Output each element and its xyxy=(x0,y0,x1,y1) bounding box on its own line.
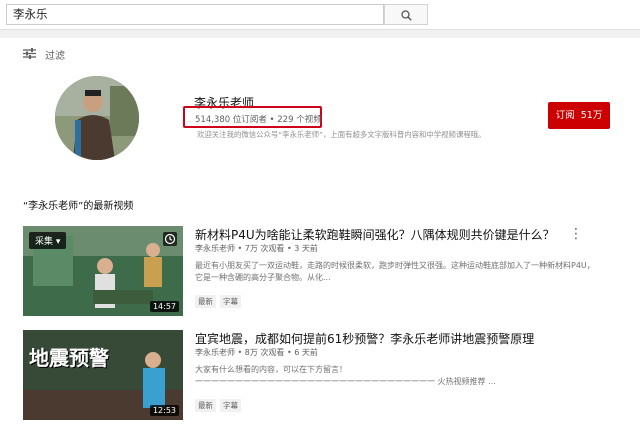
section-title: “李永乐老师”的最新视频 xyxy=(23,201,134,212)
badge-new: 最新 xyxy=(195,399,216,412)
search-input[interactable]: 李永乐 xyxy=(6,4,384,25)
watch-later-icon[interactable] xyxy=(163,232,177,246)
video-description: 最近有小朋友买了一双运动鞋，走路的时候很柔软，跑步时弹性又很强。这种运动鞋底部加… xyxy=(195,261,595,282)
video-duration: 12:53 xyxy=(149,405,179,416)
video-title[interactable]: 宜宾地震，成都如何提前61秒预警？李永乐老师讲地震预警原理 xyxy=(195,330,534,347)
subscriber-count: 51万 xyxy=(580,110,603,121)
thumbnail-chip[interactable]: 采集 ▾ xyxy=(29,232,67,249)
video-meta: 李永乐老师 • 8万 次观看 • 6 天前 xyxy=(195,348,318,357)
search-icon xyxy=(401,10,412,21)
video-description-line2: 一一一一一一一一一一一一一一一一一一一一一一一一一一一一一一 火热视频推荐 ..… xyxy=(195,377,496,386)
video-duration: 14:57 xyxy=(149,301,179,312)
subscribe-button[interactable]: 订阅 51万 xyxy=(548,102,610,129)
channel-description: 欢迎关注我的微信公众号“李永乐老师”，上面有超多文字版科普内容和中学视频课程哦。 xyxy=(197,130,486,139)
video-item[interactable]: 采集 ▾ 14:57 新材料P4U为啥能让柔软跑鞋瞬间强化？八隅体规则共价键是什… xyxy=(23,226,623,322)
filter-label[interactable]: 过滤 xyxy=(45,47,65,62)
top-bar: 李永乐 xyxy=(0,0,640,30)
video-thumbnail[interactable]: 采集 ▾ 14:57 xyxy=(23,226,183,316)
video-meta: 李永乐老师 • 7万 次观看 • 3 天前 xyxy=(195,244,318,253)
results-panel: 过滤 李永乐老师 514,380 位订阅者 • 229 个视频 欢迎关注我的微信… xyxy=(0,38,640,434)
thumbnail-text: 地震预警 xyxy=(29,346,109,370)
video-badges: 最新 字幕 xyxy=(195,289,245,308)
search-button[interactable] xyxy=(384,4,428,25)
badge-subtitles: 字幕 xyxy=(220,399,241,412)
video-title[interactable]: 新材料P4U为啥能让柔软跑鞋瞬间强化？八隅体规则共价键是什么？ xyxy=(195,226,555,243)
video-item[interactable]: 地震预警 12:53 宜宾地震，成都如何提前61秒预警？李永乐老师讲地震预警原理… xyxy=(23,330,623,426)
more-options-icon[interactable]: ⋮ xyxy=(569,226,583,242)
video-badges: 最新 字幕 xyxy=(195,393,245,412)
badge-subtitles: 字幕 xyxy=(220,295,241,308)
video-description: 大家有什么想看的内容，可以在下方留言！ xyxy=(195,365,347,374)
badge-new: 最新 xyxy=(195,295,216,308)
filter-icon[interactable] xyxy=(23,48,36,59)
video-thumbnail[interactable]: 地震预警 12:53 xyxy=(23,330,183,420)
channel-stats: 514,380 位订阅者 • 229 个视频 xyxy=(195,115,322,125)
subscribe-label: 订阅 xyxy=(555,110,575,121)
channel-avatar[interactable] xyxy=(55,76,139,160)
